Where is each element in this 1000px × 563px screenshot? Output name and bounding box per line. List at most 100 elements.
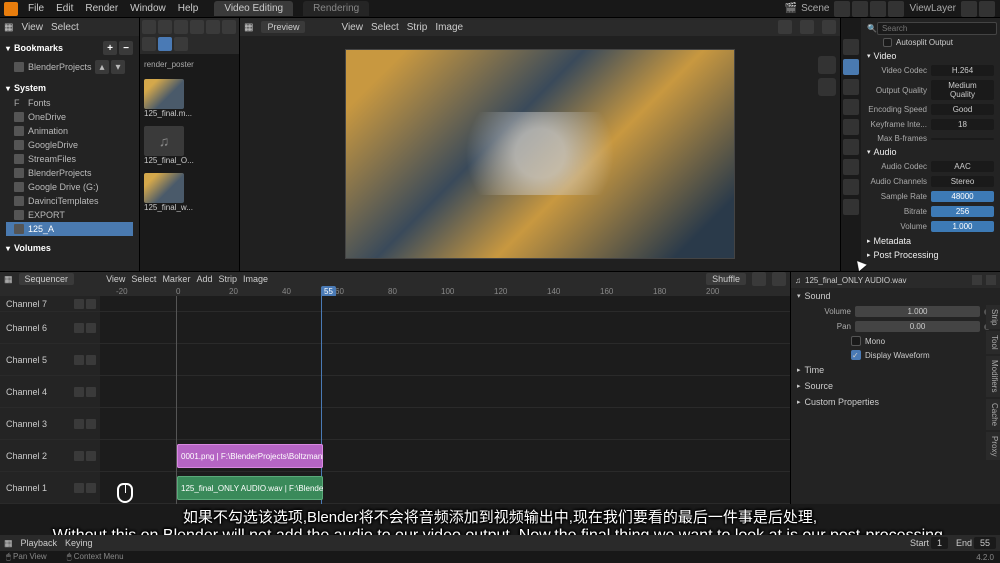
menu-help[interactable]: Help xyxy=(172,3,205,14)
settings-icon[interactable] xyxy=(174,37,188,51)
seq-tab-modifiers[interactable]: Modifiers xyxy=(986,356,1000,396)
fb-view-menu[interactable]: View xyxy=(21,22,43,33)
tab-rendering[interactable]: Rendering xyxy=(303,1,369,16)
system-item[interactable]: GoogleDrive xyxy=(6,138,133,152)
channel-label[interactable]: Channel 1 xyxy=(0,472,100,503)
channel-label[interactable]: Channel 5 xyxy=(0,344,100,375)
channel-lock-icon[interactable] xyxy=(74,419,84,429)
system-item[interactable]: FFonts xyxy=(6,96,133,110)
system-item[interactable]: EXPORT xyxy=(6,208,133,222)
search-icon[interactable] xyxy=(222,20,236,34)
scene-new-icon[interactable] xyxy=(852,1,868,17)
prop-tab-output-icon[interactable] xyxy=(843,59,859,75)
system-item[interactable]: OneDrive xyxy=(6,110,133,124)
menu-render[interactable]: Render xyxy=(79,3,124,14)
system-item[interactable]: DavinciTemplates xyxy=(6,194,133,208)
system-item-selected[interactable]: 125_A xyxy=(6,222,133,236)
menu-window[interactable]: Window xyxy=(124,3,172,14)
back-icon[interactable] xyxy=(142,20,156,34)
preview-mode-dropdown[interactable]: Preview xyxy=(261,21,305,33)
bookmarks-header[interactable]: Bookmarks + − xyxy=(6,38,133,58)
channel-mute-icon[interactable] xyxy=(86,387,96,397)
bookmark-down-icon[interactable]: ▾ xyxy=(111,60,125,74)
channel-lock-icon[interactable] xyxy=(74,483,84,493)
seq-view-menu[interactable]: View xyxy=(106,274,125,284)
preview-view-menu[interactable]: View xyxy=(341,22,363,33)
bframes-input[interactable] xyxy=(931,138,994,140)
fb-select-menu[interactable]: Select xyxy=(51,22,79,33)
keyframe-input[interactable]: 18 xyxy=(931,119,994,130)
timeline-editor-icon[interactable]: ▦ xyxy=(4,538,13,549)
sound-section-header[interactable]: Sound xyxy=(791,288,1000,304)
preview-editor-icon[interactable]: ▦ xyxy=(244,22,253,33)
channel-label[interactable]: Channel 3 xyxy=(0,408,100,439)
fb-editor-icon[interactable]: ▦ xyxy=(4,22,13,33)
channel-mute-icon[interactable] xyxy=(86,483,96,493)
channel-mute-icon[interactable] xyxy=(86,299,96,309)
preview-viewport[interactable] xyxy=(240,36,840,271)
system-header[interactable]: System xyxy=(6,80,133,96)
audio-channels-dropdown[interactable]: Stereo xyxy=(931,176,994,187)
properties-search-input[interactable] xyxy=(877,22,997,35)
seq-ruler[interactable]: -20 0 20 40 60 80 100 120 140 160 180 20… xyxy=(0,286,790,296)
strip-lock-icon[interactable] xyxy=(986,275,996,285)
file-thumb-audio[interactable] xyxy=(144,126,184,156)
channel-mute-icon[interactable] xyxy=(86,451,96,461)
filter-icon[interactable] xyxy=(158,37,172,51)
display-icon[interactable] xyxy=(142,37,156,51)
menu-file[interactable]: File xyxy=(22,3,50,14)
preview-select-menu[interactable]: Select xyxy=(371,22,399,33)
hand-icon[interactable] xyxy=(818,78,836,96)
prop-tab-object-icon[interactable] xyxy=(843,139,859,155)
file-thumb-video[interactable] xyxy=(144,173,184,203)
volumes-header[interactable]: Volumes xyxy=(6,240,133,256)
prop-tab-world-icon[interactable] xyxy=(843,119,859,135)
seq-image-menu[interactable]: Image xyxy=(243,274,268,284)
prop-tab-material-icon[interactable] xyxy=(843,199,859,215)
prop-tab-physics-icon[interactable] xyxy=(843,179,859,195)
folder-label[interactable]: render_poster xyxy=(144,58,235,71)
bookmark-add-icon[interactable]: + xyxy=(103,41,117,55)
mono-checkbox[interactable] xyxy=(851,336,861,346)
system-item[interactable]: StreamFiles xyxy=(6,152,133,166)
channel-lock-icon[interactable] xyxy=(74,387,84,397)
seq-add-menu[interactable]: Add xyxy=(196,274,212,284)
seq-tab-cache[interactable]: Cache xyxy=(986,399,1000,430)
seq-strip-menu[interactable]: Strip xyxy=(218,274,237,284)
menu-edit[interactable]: Edit xyxy=(50,3,79,14)
seq-tab-proxy[interactable]: Proxy xyxy=(986,432,1000,460)
scene-delete-icon[interactable] xyxy=(870,1,886,17)
preview-tool-icon[interactable] xyxy=(800,20,814,34)
seq-editor-icon[interactable]: ▦ xyxy=(4,274,13,285)
prop-tab-modifier-icon[interactable] xyxy=(843,159,859,175)
seq-tracks[interactable]: Channel 7 Channel 6 Channel 5 Channel 4 … xyxy=(0,296,790,504)
new-folder-icon[interactable] xyxy=(206,20,220,34)
sample-rate-input[interactable]: 48000 xyxy=(931,191,994,202)
postprocessing-section-header[interactable]: Post Processing xyxy=(863,248,998,262)
preview-strip-menu[interactable]: Strip xyxy=(407,22,428,33)
viewlayer-new-icon[interactable] xyxy=(961,1,977,17)
prop-tab-viewlayer-icon[interactable] xyxy=(843,79,859,95)
prop-tab-render-icon[interactable] xyxy=(843,39,859,55)
bookmark-up-icon[interactable]: ▴ xyxy=(95,60,109,74)
system-item[interactable]: BlenderProjects xyxy=(6,166,133,180)
start-frame-input[interactable]: 1 xyxy=(931,537,948,549)
seq-mode-dropdown[interactable]: Sequencer xyxy=(19,273,75,285)
channel-label[interactable]: Channel 4 xyxy=(0,376,100,407)
preview-image-menu[interactable]: Image xyxy=(435,22,463,33)
video-codec-dropdown[interactable]: H.264 xyxy=(931,65,994,76)
viewlayer-delete-icon[interactable] xyxy=(979,1,995,17)
scene-browse-icon[interactable] xyxy=(834,1,850,17)
video-strip[interactable]: 0001.png | F:\BlenderProjects\Boltzmann2… xyxy=(177,444,323,468)
bitrate-input[interactable]: 256 xyxy=(931,206,994,217)
system-item[interactable]: Google Drive (G:) xyxy=(6,180,133,194)
channel-label[interactable]: Channel 7 xyxy=(0,296,100,311)
channel-lock-icon[interactable] xyxy=(74,299,84,309)
metadata-section-header[interactable]: Metadata xyxy=(863,234,998,248)
time-section-header[interactable]: Time xyxy=(791,362,1000,378)
strip-pan-input[interactable]: 0.00 xyxy=(855,321,980,332)
tab-video-editing[interactable]: Video Editing xyxy=(214,1,293,16)
seq-tab-tool[interactable]: Tool xyxy=(986,331,1000,354)
seq-tool-icon[interactable] xyxy=(772,272,786,286)
channel-label[interactable]: Channel 6 xyxy=(0,312,100,343)
